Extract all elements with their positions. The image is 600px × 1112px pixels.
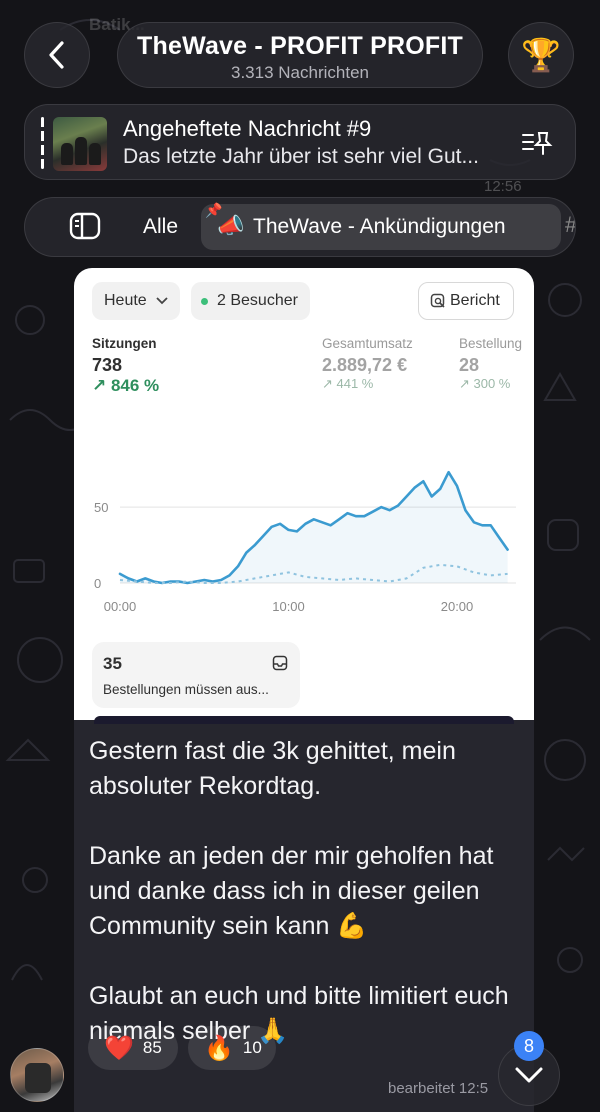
metric-revenue-change: ↗ 441 % — [322, 376, 374, 391]
pinned-thumbnail — [53, 117, 107, 171]
sidebar-toggle-icon[interactable] — [69, 211, 101, 241]
pinned-message-bar[interactable]: Angeheftete Nachricht #9 Das letzte Jahr… — [24, 104, 576, 180]
date-select[interactable]: Heute — [92, 282, 180, 320]
chevron-left-icon — [49, 41, 64, 69]
open-orders-count: 35 — [103, 654, 122, 673]
filter-announcements-tab[interactable]: 📌 📣 TheWave - Ankündigungen — [201, 202, 561, 250]
sender-avatar[interactable] — [10, 1048, 64, 1102]
topic-filter-bar: Alle 📌 📣 TheWave - Ankündigungen # — [24, 197, 576, 257]
chat-title: TheWave - PROFIT PROFIT — [137, 32, 463, 60]
chat-title-header[interactable]: TheWave - PROFIT PROFIT 3.313 Nachrichte… — [117, 22, 483, 88]
metric-orders-value: 28 — [459, 355, 480, 375]
trophy-button[interactable]: 🏆 — [508, 22, 574, 88]
message-paragraph: Gestern fast die 3k gehittet, mein absol… — [89, 737, 456, 800]
date-select-label: Heute — [104, 292, 147, 309]
series-area — [120, 472, 508, 583]
chevron-down-icon — [515, 1067, 543, 1083]
metric-orders-label: Bestellung — [459, 336, 523, 351]
x-tick-label: 20:00 — [441, 599, 474, 614]
metric-sessions-label: Sitzungen — [92, 336, 157, 351]
filter-more-tab[interactable]: # — [565, 212, 575, 238]
filter-all-tab[interactable]: Alle — [143, 215, 178, 239]
pinned-preview: Das letzte Jahr über ist sehr viel Gut..… — [123, 145, 479, 168]
pinned-title: Angeheftete Nachricht #9 — [123, 116, 372, 141]
metric-sessions-value: 738 — [92, 355, 123, 375]
unread-badge: 8 — [514, 1031, 544, 1061]
open-orders-card[interactable]: 35 Bestellungen müssen aus... — [92, 642, 300, 708]
pin-list-icon[interactable] — [521, 129, 553, 157]
report-button[interactable]: Bericht — [418, 282, 514, 320]
dark-banner-edge — [94, 716, 514, 724]
metric-revenue-label: Gesamtumsatz — [322, 336, 413, 351]
heart-icon: ❤️ — [104, 1034, 134, 1062]
attached-screenshot[interactable]: Heute 2 Besucher Bericht Sitzungen 738 ↗… — [74, 268, 534, 724]
back-button[interactable] — [24, 22, 90, 88]
fire-icon: 🔥 — [204, 1034, 234, 1062]
pinned-indicator — [41, 117, 44, 169]
metric-orders-change: ↗ 300 % — [459, 376, 511, 391]
metric-revenue-value: 2.889,72 € — [322, 355, 408, 375]
visitors-label: 2 Besucher — [217, 292, 298, 309]
message-bubble[interactable]: Heute 2 Besucher Bericht Sitzungen 738 ↗… — [74, 268, 534, 1112]
y-tick-label: 50 — [94, 500, 108, 515]
reaction-count: 85 — [142, 1038, 162, 1057]
reaction-heart[interactable]: ❤️ 85 — [88, 1026, 178, 1070]
edited-timestamp: bearbeitet 12:5 — [388, 1080, 489, 1097]
live-dot-icon — [201, 297, 208, 305]
message-paragraph: Danke an jeden der mir geholfen hat und … — [89, 842, 494, 940]
report-icon — [430, 293, 445, 308]
y-tick-label: 0 — [94, 576, 101, 591]
sessions-line-chart: 0 50 00:00 10:00 20:00 — [94, 470, 516, 614]
filter-announcements-label: TheWave - Ankündigungen — [253, 215, 506, 238]
metric-sessions-change: ↗ 846 % — [92, 376, 160, 395]
ghost-timestamp: 12:56 — [484, 178, 522, 195]
x-tick-label: 10:00 — [272, 599, 305, 614]
inbox-icon — [272, 655, 288, 671]
megaphone-icon: 📣 — [217, 213, 245, 238]
chevron-down-icon — [156, 297, 168, 305]
report-label: Bericht — [450, 292, 500, 309]
visitors-chip[interactable]: 2 Besucher — [191, 282, 310, 320]
message-count: 3.313 Nachrichten — [231, 63, 369, 82]
trophy-icon: 🏆 — [521, 37, 561, 73]
open-orders-label: Bestellungen müssen aus... — [103, 682, 269, 697]
reaction-count: 10 — [242, 1038, 262, 1057]
x-tick-label: 00:00 — [104, 599, 137, 614]
reaction-fire[interactable]: 🔥 10 — [188, 1026, 276, 1070]
